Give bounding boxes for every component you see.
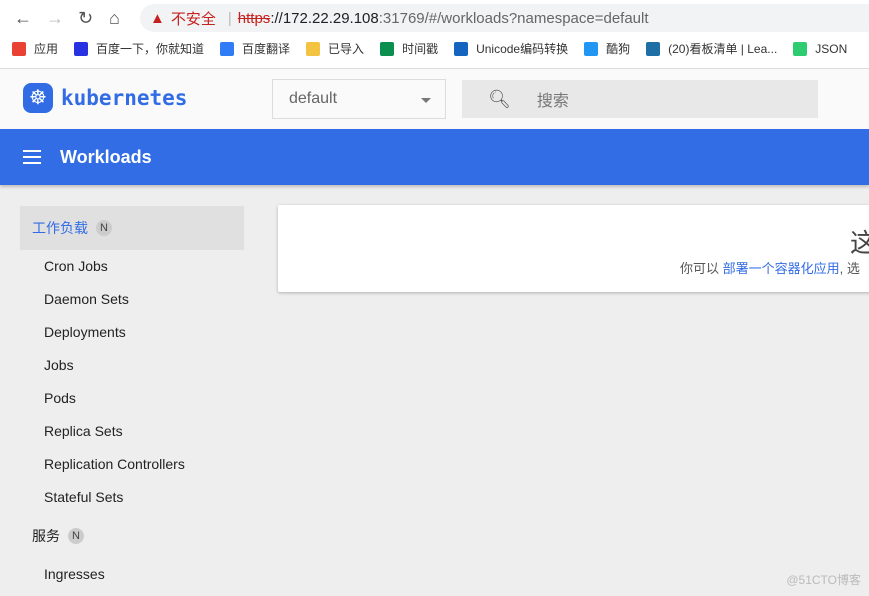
apps-grid-icon <box>12 41 26 56</box>
leankit-icon <box>646 41 661 56</box>
section-label: 工作负载 <box>32 220 88 236</box>
url-path: :31769/#/workloads?namespace=default <box>378 9 649 27</box>
bookmark-label: 百度翻译 <box>242 42 291 56</box>
folder-icon <box>306 41 321 56</box>
json-icon <box>793 41 808 56</box>
bookmark-label: 应用 <box>34 42 59 56</box>
bookmark-item[interactable]: Unicode编码转换 <box>454 40 568 57</box>
reload-icon[interactable]: ↻ <box>78 6 93 30</box>
url-host: ://172.22.29.108 <box>270 9 379 27</box>
bookmark-label: 已导入 <box>328 42 365 56</box>
search-icon: 🔍︎ <box>488 88 511 109</box>
bookmark-item[interactable]: 时间戳 <box>380 40 438 57</box>
bookmark-label: Unicode编码转换 <box>476 42 569 56</box>
sidebar-section[interactable]: 服务 N <box>20 514 244 558</box>
bookmark-item[interactable]: (20)看板清单 | Lea... <box>646 40 777 57</box>
security-warning: 不安全 <box>170 10 216 28</box>
sidebar-item[interactable]: Cron Jobs <box>20 250 244 283</box>
divider: | <box>227 9 232 27</box>
deploy-app-link[interactable]: 部署一个容器化应用 <box>723 261 840 276</box>
section-label: 服务 <box>32 528 60 544</box>
unicode-icon <box>454 41 469 56</box>
menu-icon[interactable] <box>23 150 41 164</box>
sidebar-item[interactable]: Pods <box>20 382 244 415</box>
namespace-value: default <box>289 90 338 107</box>
bookmark-item[interactable]: 百度一下，你就知道 <box>74 40 204 57</box>
bookmark-label: 酷狗 <box>606 42 631 56</box>
logo-text: kubernetes <box>61 86 188 110</box>
sidebar-item[interactable]: Replication Controllers <box>20 448 244 481</box>
caret-down-icon <box>421 98 431 108</box>
text-prefix: 你可以 <box>680 261 723 276</box>
bookmark-label: 百度一下，你就知道 <box>96 42 205 56</box>
bookmark-label: JSON <box>815 41 848 56</box>
namespaced-badge: N <box>68 528 84 544</box>
bookmark-item[interactable]: 酷狗 <box>584 40 630 57</box>
sidebar-item[interactable]: Replica Sets <box>20 415 244 448</box>
text-suffix: , 选 <box>839 261 860 276</box>
baidu-paw-icon <box>74 41 89 56</box>
forward-icon[interactable]: → <box>46 6 64 30</box>
timestamp-icon <box>380 41 395 56</box>
bookmark-label: (20)看板清单 | Lea... <box>668 42 778 56</box>
kubernetes-helm-icon: ☸ <box>23 83 53 113</box>
back-icon[interactable]: ← <box>14 6 32 30</box>
sidebar-item[interactable]: Stateful Sets <box>20 481 244 514</box>
sidebar-item[interactable]: Jobs <box>20 349 244 382</box>
watermark: @51CTO博客 <box>786 573 861 587</box>
page-title: Workloads <box>60 146 152 167</box>
browser-chrome: ← → ↻ ⌂ ▲ 不安全 | https ://172.22.29.108 :… <box>0 0 869 69</box>
toolbar: Workloads <box>0 129 869 185</box>
app-header: ☸ kubernetes default 🔍︎ 搜索 <box>0 69 869 129</box>
address-bar[interactable]: ▲ 不安全 | https ://172.22.29.108 :31769/#/… <box>140 4 869 32</box>
sidebar: 工作负载 N Cron Jobs Daemon Sets Deployments Jobs… <box>20 206 244 591</box>
bookmark-label: 时间戳 <box>402 42 439 56</box>
bookmarks-bar: 应用 百度一下，你就知道 百度翻译 已导入 时间戳 Unicode编码转换 酷狗 (20)看板… <box>12 40 863 57</box>
namespaced-badge: N <box>96 220 112 236</box>
bookmark-item[interactable]: JSON <box>793 40 847 57</box>
empty-state-heading: 这 <box>850 228 869 258</box>
sidebar-item[interactable]: Ingresses <box>20 558 244 591</box>
url-scheme: https <box>237 9 271 27</box>
sidebar-item[interactable]: Deployments <box>20 316 244 349</box>
empty-state-card: 这 你可以 部署一个容器化应用, 选 <box>278 205 869 292</box>
search-input[interactable]: 🔍︎ 搜索 <box>462 80 818 118</box>
translate-icon <box>220 41 235 56</box>
bookmark-item[interactable]: 百度翻译 <box>220 40 290 57</box>
namespace-select[interactable]: default <box>272 79 446 119</box>
sidebar-section[interactable]: 工作负载 N <box>20 206 244 250</box>
search-placeholder: 搜索 <box>536 93 569 110</box>
sidebar-item[interactable]: Daemon Sets <box>20 283 244 316</box>
home-icon[interactable]: ⌂ <box>109 6 120 30</box>
logo[interactable]: ☸ kubernetes <box>23 83 187 113</box>
bookmark-item[interactable]: 应用 <box>12 40 58 57</box>
bookmark-item[interactable]: 已导入 <box>306 40 364 57</box>
empty-state-text: 你可以 部署一个容器化应用, 选 <box>680 258 860 277</box>
warning-icon: ▲ <box>150 9 165 27</box>
kugou-icon <box>584 41 599 56</box>
